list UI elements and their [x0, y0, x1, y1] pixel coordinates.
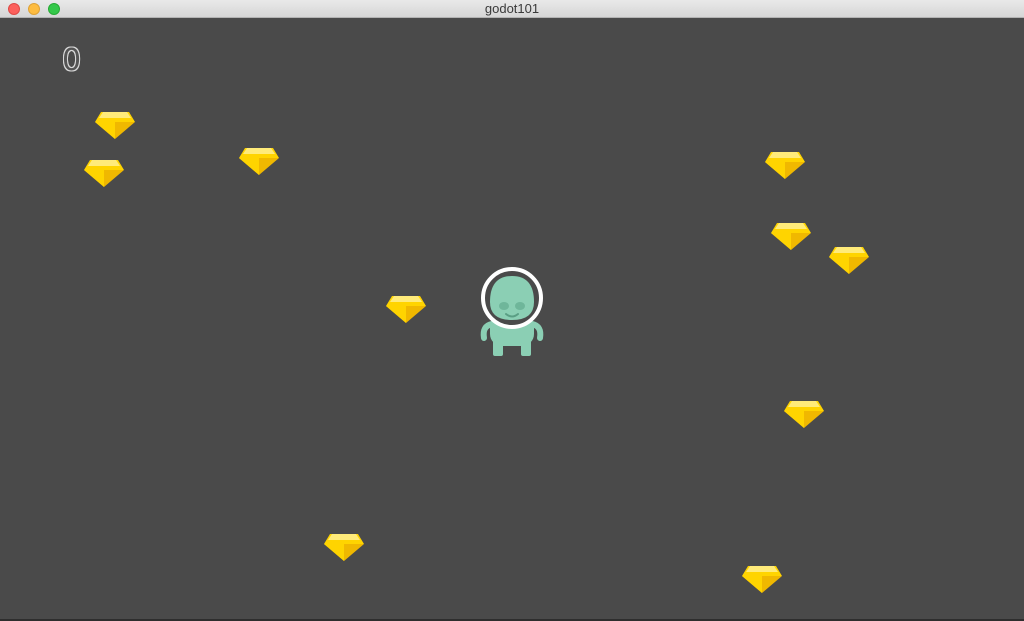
gem-icon: [82, 158, 126, 188]
gem-icon: [384, 294, 428, 324]
gem-icon: [740, 564, 784, 594]
gem-icon: [827, 245, 871, 275]
gem-icon: [93, 110, 137, 140]
title-bar[interactable]: godot101: [0, 0, 1024, 18]
player-alien-icon: [476, 266, 548, 360]
game-viewport[interactable]: 0: [0, 18, 1024, 619]
gem-icon: [769, 221, 813, 251]
gem-icon: [322, 532, 366, 562]
gem-icon: [763, 150, 807, 180]
score-counter: 0: [62, 43, 82, 78]
gem-icon: [782, 399, 826, 429]
gem-icon: [237, 146, 281, 176]
window-title: godot101: [484, 1, 540, 16]
game-window: godot101 0: [0, 0, 1024, 621]
